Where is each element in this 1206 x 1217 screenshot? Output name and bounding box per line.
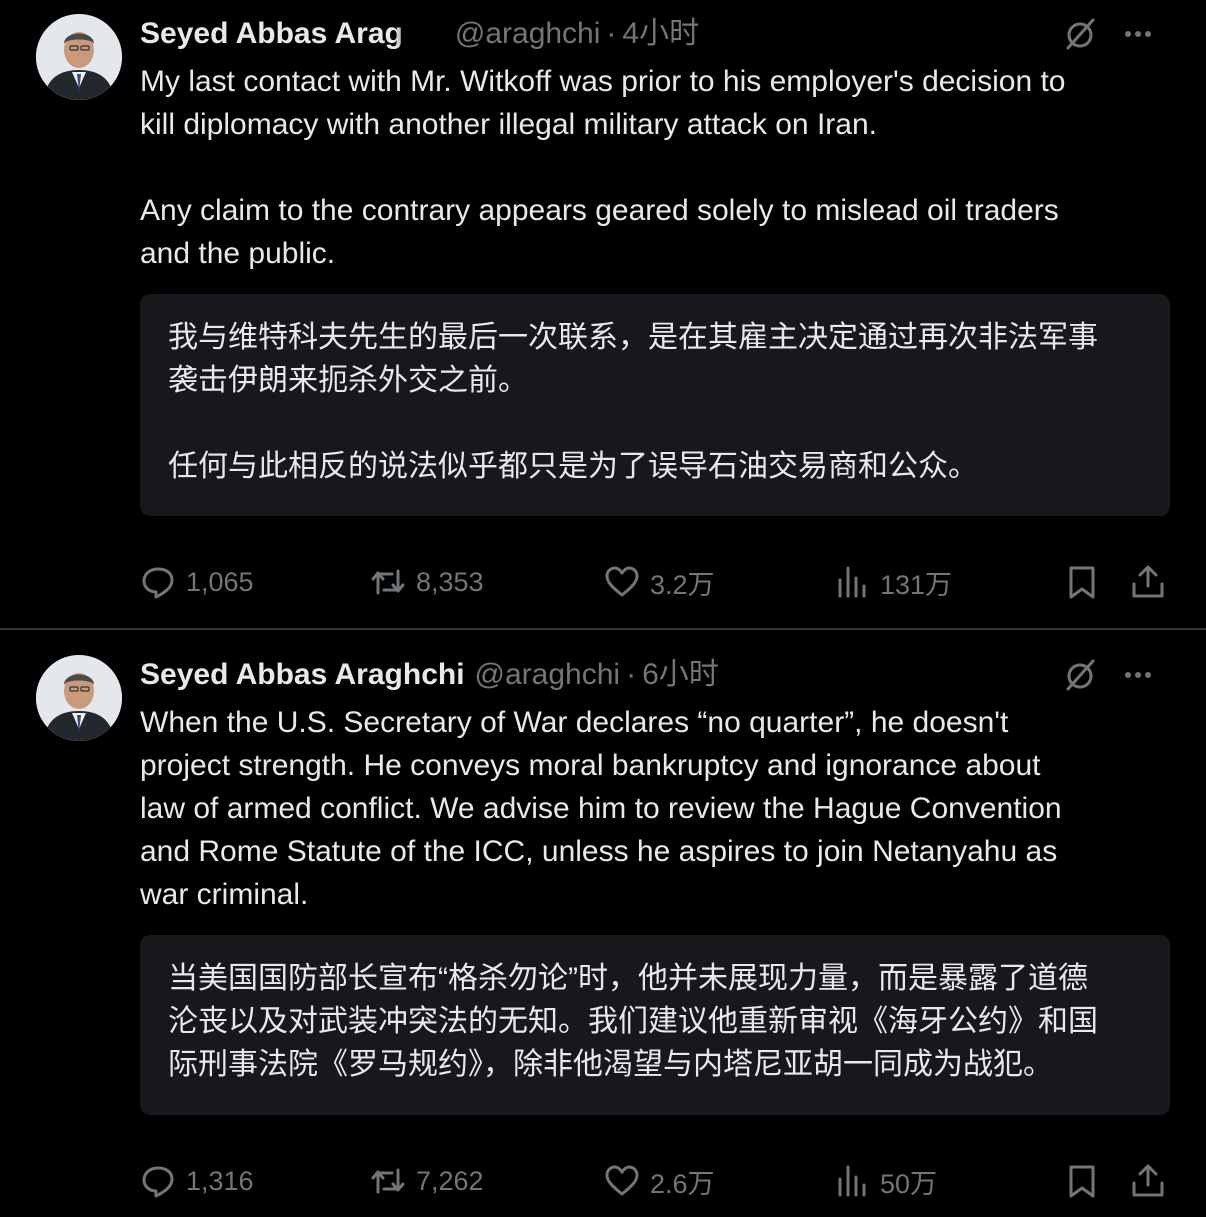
views-count: 131万 xyxy=(880,569,953,600)
avatar[interactable] xyxy=(36,655,122,741)
action-bar: 1,065 8,353 3.2万 131万 xyxy=(140,562,1170,602)
views-icon xyxy=(838,566,866,598)
views-button[interactable]: 50万 xyxy=(834,1161,937,1201)
reply-icon xyxy=(142,1166,174,1198)
like-count: 2.6万 xyxy=(650,1168,715,1199)
share-button[interactable] xyxy=(1130,562,1166,602)
reply-count: 1,065 xyxy=(186,566,254,597)
more-icon[interactable] xyxy=(1120,16,1156,52)
grok-icon[interactable] xyxy=(1062,657,1098,693)
repost-button[interactable]: 8,353 xyxy=(370,562,484,602)
author-handle[interactable]: @araghchi xyxy=(455,14,601,54)
separator-dot: · xyxy=(626,658,637,691)
bookmark-button[interactable] xyxy=(1064,562,1100,602)
author-name[interactable]: Seyed Abbas Araghchi xyxy=(140,655,465,695)
tweet-header: Seyed Abbas Arag @araghchi · 4小时 xyxy=(140,14,1176,54)
tweet-text: When the U.S. Secretary of War declares … xyxy=(140,706,1062,911)
bookmark-icon xyxy=(1069,1165,1095,1198)
repost-count: 7,262 xyxy=(416,1165,484,1196)
share-button[interactable] xyxy=(1130,1161,1166,1201)
author-name[interactable]: Seyed Abbas Arag xyxy=(140,14,403,54)
bookmark-button[interactable] xyxy=(1064,1161,1100,1201)
more-icon[interactable] xyxy=(1120,657,1156,693)
reply-button[interactable]: 1,316 xyxy=(140,1161,254,1201)
reply-button[interactable]: 1,065 xyxy=(140,562,254,602)
repost-button[interactable]: 7,262 xyxy=(370,1161,484,1201)
views-count: 50万 xyxy=(880,1168,938,1199)
translation-box: 我与维特科夫先生的最后一次联系，是在其雇主决定通过再次非法军事 袭击伊朗来扼杀外… xyxy=(140,294,1170,516)
action-bar: 1,316 7,262 2.6万 50万 xyxy=(140,1161,1170,1201)
grok-icon[interactable] xyxy=(1062,16,1098,52)
tweet-1[interactable]: Seyed Abbas Arag @araghchi · 4小时 My last… xyxy=(0,0,1206,628)
heart-icon xyxy=(605,1165,639,1196)
tweet-text: My last contact with Mr. Witkoff was pri… xyxy=(140,65,1066,270)
repost-icon xyxy=(371,1168,405,1194)
reply-count: 1,316 xyxy=(186,1165,254,1196)
share-icon xyxy=(1132,1164,1164,1197)
heart-icon xyxy=(605,566,639,597)
like-button[interactable]: 3.2万 xyxy=(604,562,715,602)
reply-icon xyxy=(142,567,174,599)
timestamp[interactable]: 4小时 xyxy=(622,14,699,54)
views-icon xyxy=(838,1165,866,1197)
translation-box: 当美国国防部长宣布“格杀勿论”时，他并未展现力量，而是暴露了道德 沦丧以及对武装… xyxy=(140,935,1170,1115)
author-handle[interactable]: @araghchi xyxy=(475,655,621,695)
like-count: 3.2万 xyxy=(650,569,715,600)
like-button[interactable]: 2.6万 xyxy=(604,1161,715,1201)
timestamp[interactable]: 6小时 xyxy=(642,655,719,695)
views-button[interactable]: 131万 xyxy=(834,562,952,602)
repost-icon xyxy=(371,569,405,595)
share-icon xyxy=(1132,565,1164,598)
tweet-2[interactable]: Seyed Abbas Araghchi @araghchi · 6小时 Whe… xyxy=(0,630,1206,1217)
tweet-header: Seyed Abbas Araghchi @araghchi · 6小时 xyxy=(140,655,1176,695)
separator-dot: · xyxy=(606,17,617,50)
bookmark-icon xyxy=(1069,566,1095,599)
avatar[interactable] xyxy=(36,14,122,100)
repost-count: 8,353 xyxy=(416,566,484,597)
